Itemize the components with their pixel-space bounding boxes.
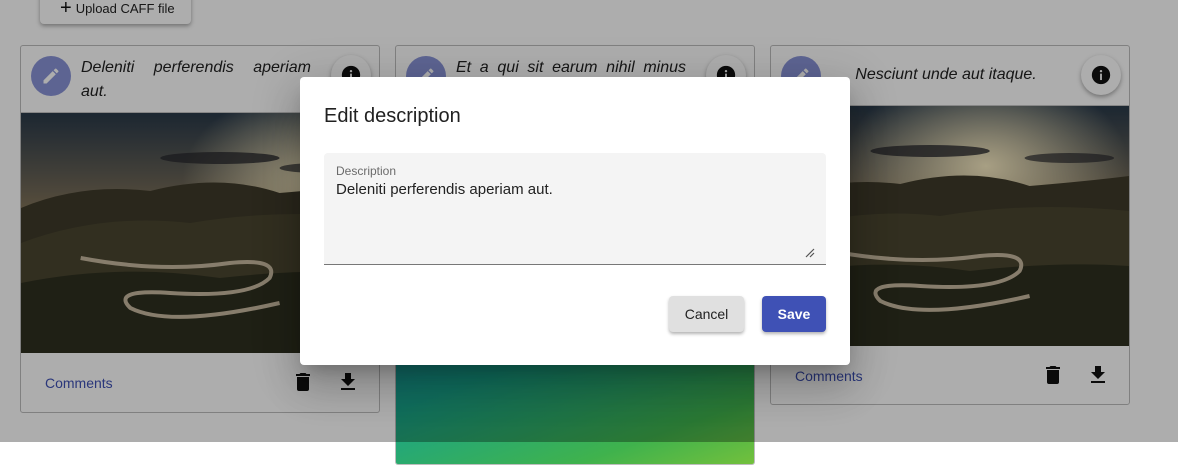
resize-handle-icon[interactable]: [805, 245, 815, 258]
dialog-title: Edit description: [324, 105, 461, 127]
description-textarea[interactable]: Deleniti perferendis aperiam aut.: [336, 181, 814, 253]
cancel-button[interactable]: Cancel: [669, 296, 744, 332]
edit-description-dialog: Edit description Description Deleniti pe…: [300, 77, 850, 365]
description-field-label: Description: [336, 164, 397, 178]
description-field: Description Deleniti perferendis aperiam…: [324, 153, 826, 265]
save-button[interactable]: Save: [762, 296, 826, 332]
